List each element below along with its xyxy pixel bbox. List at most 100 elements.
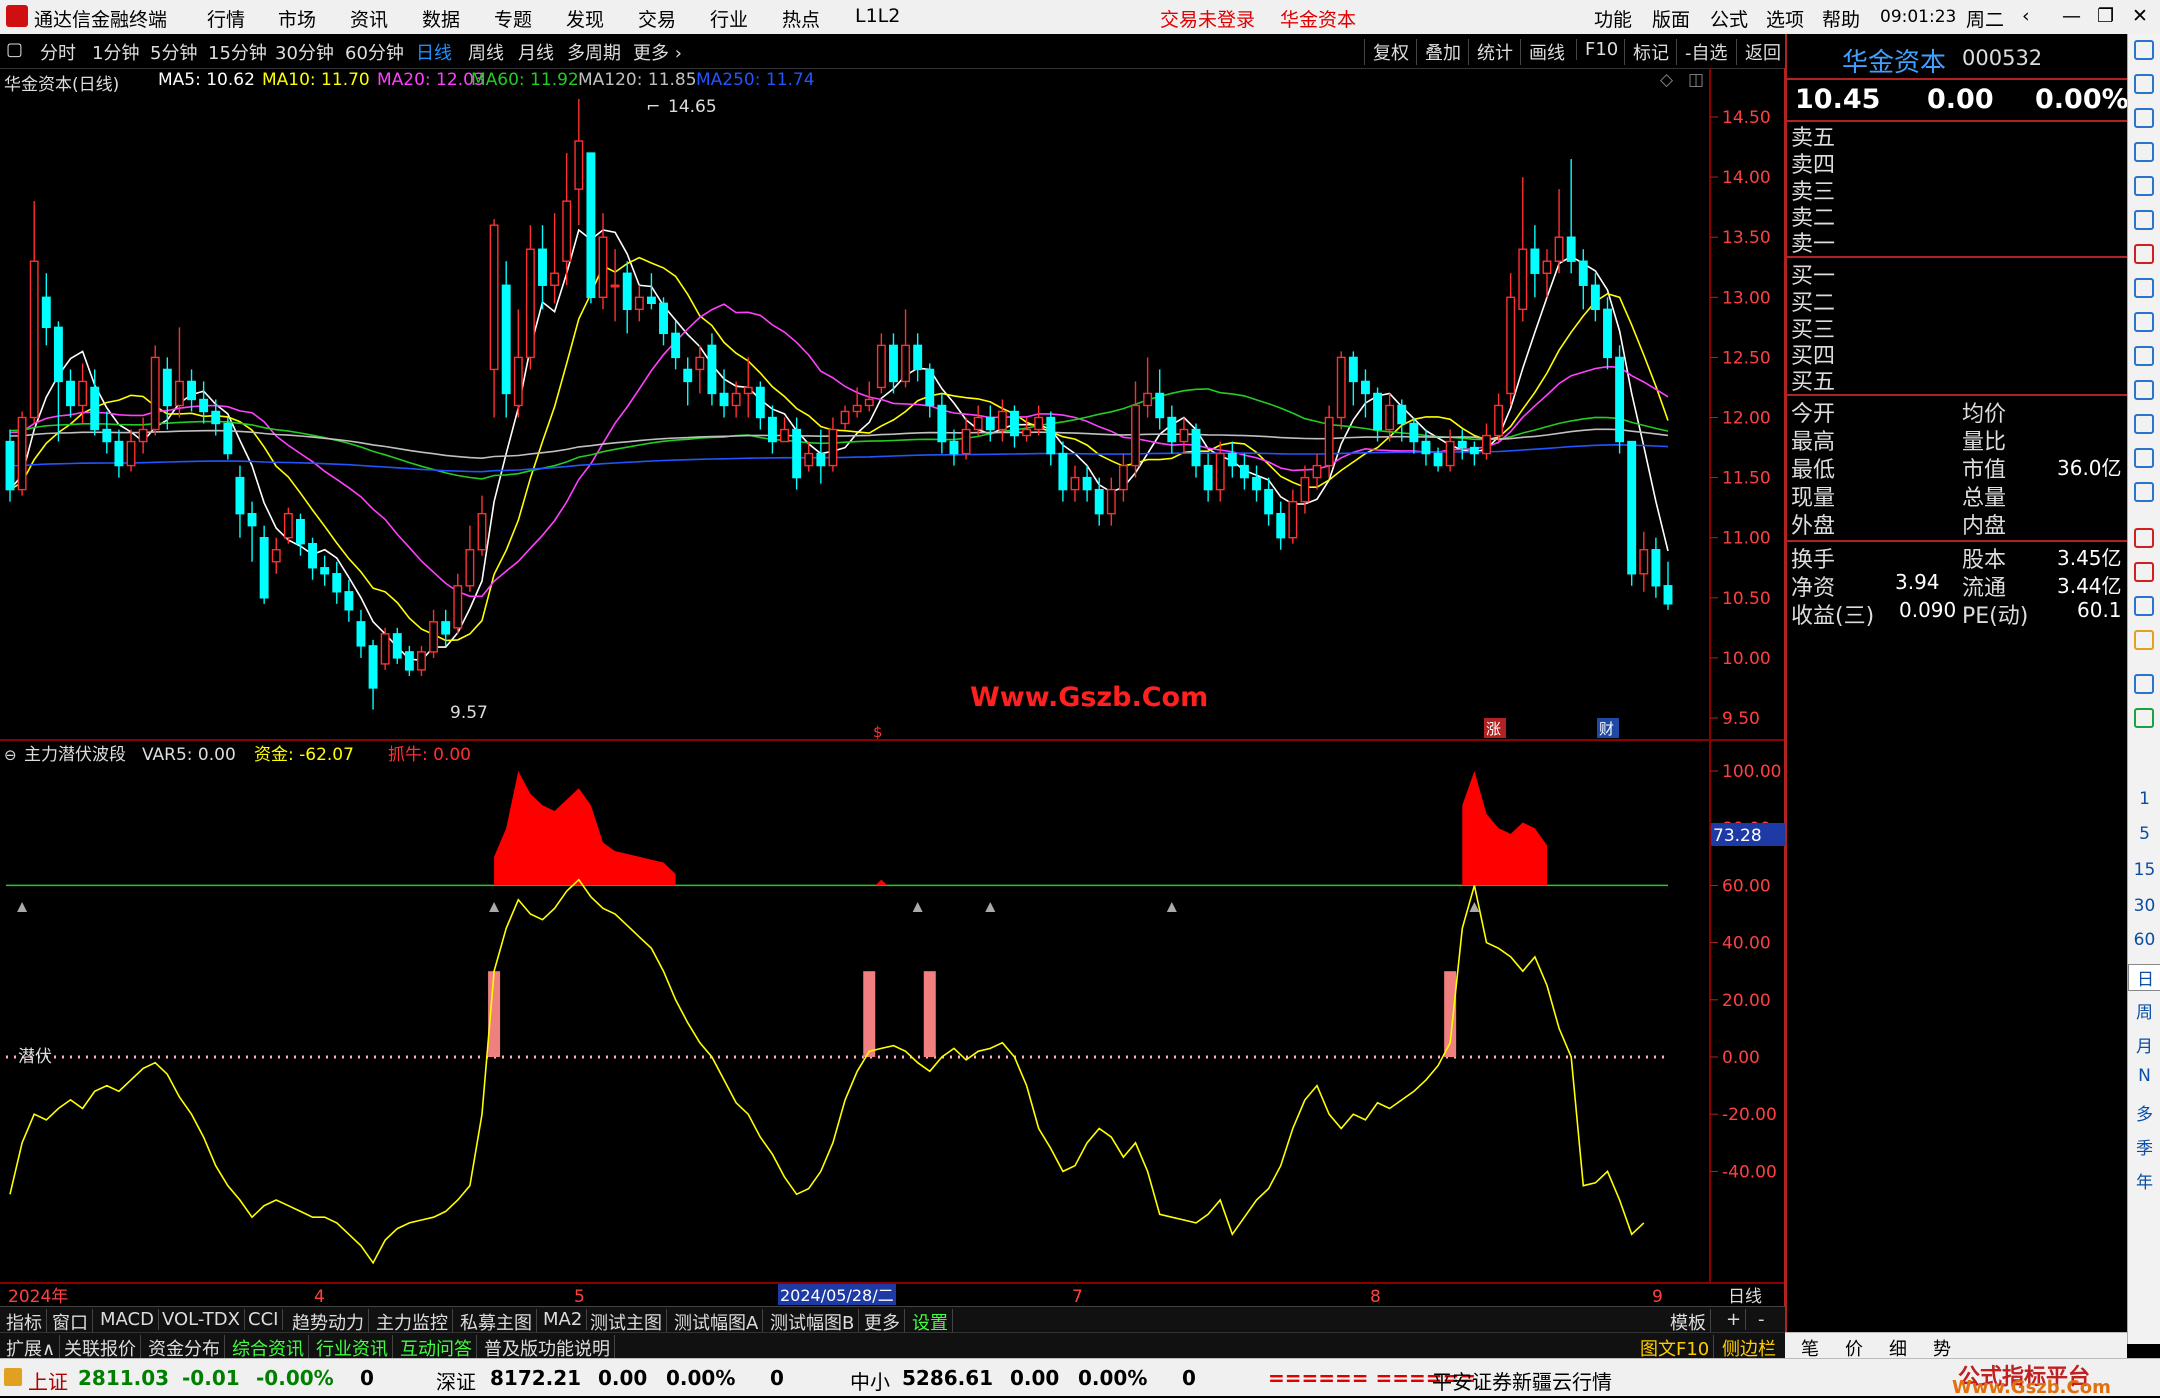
tab-macd[interactable]: MACD <box>96 1309 159 1330</box>
index-zx-name[interactable]: 中小 <box>850 1366 890 1395</box>
menu-hangqing[interactable]: 行情 <box>207 5 245 32</box>
x-label-may: 5 <box>574 1287 585 1306</box>
sidebar-period-quarter[interactable]: 季 <box>2128 1134 2160 1159</box>
sidebar-kline-icon[interactable] <box>2134 244 2154 264</box>
period-15min[interactable]: 15分钟 <box>208 39 267 65</box>
menu-shichang[interactable]: 市场 <box>278 5 316 32</box>
sidebar-news-icon[interactable] <box>2134 278 2154 298</box>
sidebar-pen-icon[interactable] <box>2134 630 2154 650</box>
sidebar-period-week[interactable]: 周 <box>2128 998 2160 1023</box>
btn-fuquan[interactable]: 复权 <box>1364 39 1409 65</box>
btn-diejia[interactable]: 叠加 <box>1416 39 1461 65</box>
menu-faxian[interactable]: 发现 <box>566 5 604 32</box>
btn-zixuan[interactable]: -自选 <box>1676 39 1728 65</box>
menu-gongshi[interactable]: 公式 <box>1710 5 1748 32</box>
period-multi[interactable]: 多周期 <box>567 39 621 65</box>
sidebar-period-30[interactable]: 30 <box>2128 896 2160 916</box>
period-fenshi[interactable]: 分时 <box>40 39 76 65</box>
sidebar-down-icon[interactable] <box>2134 108 2154 128</box>
candle <box>1336 351 1346 430</box>
candle <box>1590 273 1600 322</box>
sidebar-line-chart-icon[interactable] <box>2134 210 2154 230</box>
sidebar-period-60[interactable]: 60 <box>2128 930 2160 950</box>
period-30min[interactable]: 30分钟 <box>275 39 334 65</box>
sidebar-wave-icon[interactable] <box>2134 528 2154 548</box>
candle <box>356 609 366 658</box>
sidebar-home-icon[interactable] <box>2134 40 2154 60</box>
menu-bangzhu[interactable]: 帮助 <box>1822 5 1860 32</box>
period-60min[interactable]: 60分钟 <box>345 39 404 65</box>
sidebar-period-1[interactable]: 1 <box>2128 789 2160 809</box>
tab-add[interactable]: + <box>1722 1309 1747 1330</box>
btn-biaoji[interactable]: 标记 <box>1624 39 1669 65</box>
fin-eps: 收益(三) <box>1791 604 1875 629</box>
stock-notice[interactable]: 华金资本 <box>1280 5 1356 32</box>
toolbar-menu-icon[interactable]: ▢ <box>6 39 23 60</box>
tab-cci[interactable]: CCI <box>244 1309 284 1330</box>
login-notice[interactable]: 交易未登录 <box>1160 5 1255 32</box>
menu-shuju[interactable]: 数据 <box>422 5 460 32</box>
restore-icon[interactable]: ❐ <box>2097 5 2114 27</box>
sidebar-period-year[interactable]: 年 <box>2128 1168 2160 1193</box>
sidebar-up-icon[interactable] <box>2134 74 2154 94</box>
period-5min[interactable]: 5分钟 <box>150 39 197 65</box>
menu-gongneng[interactable]: 功能 <box>1594 5 1632 32</box>
period-more[interactable]: 更多 › <box>633 39 682 65</box>
menu-banmian[interactable]: 版面 <box>1652 5 1690 32</box>
sidebar-period-multi[interactable]: 多 <box>2128 1100 2160 1125</box>
minimize-icon[interactable]: — <box>2062 5 2081 27</box>
sidebar-period-month[interactable]: 月 <box>2128 1032 2160 1057</box>
indicator-tick-label: 60.00 <box>1722 876 1771 896</box>
sidebar-grid-icon[interactable] <box>2134 176 2154 196</box>
sidebar-period-day[interactable]: 日 <box>2128 964 2160 991</box>
menu-hangye[interactable]: 行业 <box>710 5 748 32</box>
candle <box>1469 441 1479 466</box>
menu-zixun[interactable]: 资讯 <box>350 5 388 32</box>
period-1min[interactable]: 1分钟 <box>92 39 139 65</box>
sidebar-table-icon[interactable] <box>2134 346 2154 366</box>
period-weekly[interactable]: 周线 <box>468 39 504 65</box>
btn-f10[interactable]: F10 <box>1576 39 1618 60</box>
sidebar-period-5[interactable]: 5 <box>2128 824 2160 844</box>
sidebar-f11-icon[interactable] <box>2134 380 2154 400</box>
back-icon[interactable]: ‹ <box>2022 5 2030 27</box>
tab-vol-tdx[interactable]: VOL-TDX <box>158 1309 245 1330</box>
menu-zhuanti[interactable]: 专题 <box>494 5 532 32</box>
candle <box>755 381 765 430</box>
menu-l1l2[interactable]: L1L2 <box>855 5 900 27</box>
sidebar-move-icon[interactable] <box>2134 596 2154 616</box>
tab-remove[interactable]: - <box>1754 1309 1769 1330</box>
sidebar-rsi-icon[interactable] <box>2134 562 2154 582</box>
marker-cai: 财 <box>1599 720 1614 738</box>
index-sz-name[interactable]: 深证 <box>436 1366 476 1395</box>
candle <box>574 98 584 226</box>
candle <box>901 309 911 388</box>
indicator-tick-label: 100.00 <box>1722 762 1781 782</box>
indicator-series <box>6 771 1668 1265</box>
menu-xuanxiang[interactable]: 选项 <box>1766 5 1804 32</box>
candle <box>332 561 342 604</box>
sidebar-period-15[interactable]: 15 <box>2128 860 2160 880</box>
btn-tongji[interactable]: 统计 <box>1468 39 1513 65</box>
btn-huaxian[interactable]: 画线 <box>1520 39 1565 65</box>
sidebar-f5-icon[interactable] <box>2134 674 2154 694</box>
sidebar-pie-icon[interactable] <box>2134 482 2154 502</box>
menu-jiaoyi[interactable]: 交易 <box>638 5 676 32</box>
tab-ma2[interactable]: MA2 <box>539 1309 588 1330</box>
period-daily[interactable]: 日线 <box>416 39 452 65</box>
candle <box>296 513 305 556</box>
sidebar-f10-icon[interactable] <box>2134 312 2154 332</box>
sidebar-list-icon[interactable] <box>2134 142 2154 162</box>
index-sh-name[interactable]: 上证 <box>28 1366 68 1395</box>
period-monthly[interactable]: 月线 <box>518 39 554 65</box>
candle <box>259 525 269 604</box>
sidebar-refresh-icon[interactable] <box>2134 708 2154 728</box>
chart-canvas[interactable]: 9.50 10.00 10.50 11.00 11.50 12.00 12.50 13.00 1… <box>0 68 1785 1306</box>
btn-fanhui[interactable]: 返回 <box>1736 39 1781 65</box>
indicator-collapse-icon[interactable]: ⊖ <box>4 746 17 764</box>
menu-redian[interactable]: 热点 <box>782 5 820 32</box>
close-icon[interactable]: ✕ <box>2132 5 2148 27</box>
sidebar-f12-icon[interactable] <box>2134 414 2154 434</box>
sidebar-period-n[interactable]: N <box>2128 1066 2160 1086</box>
sidebar-stats-icon[interactable] <box>2134 448 2154 468</box>
